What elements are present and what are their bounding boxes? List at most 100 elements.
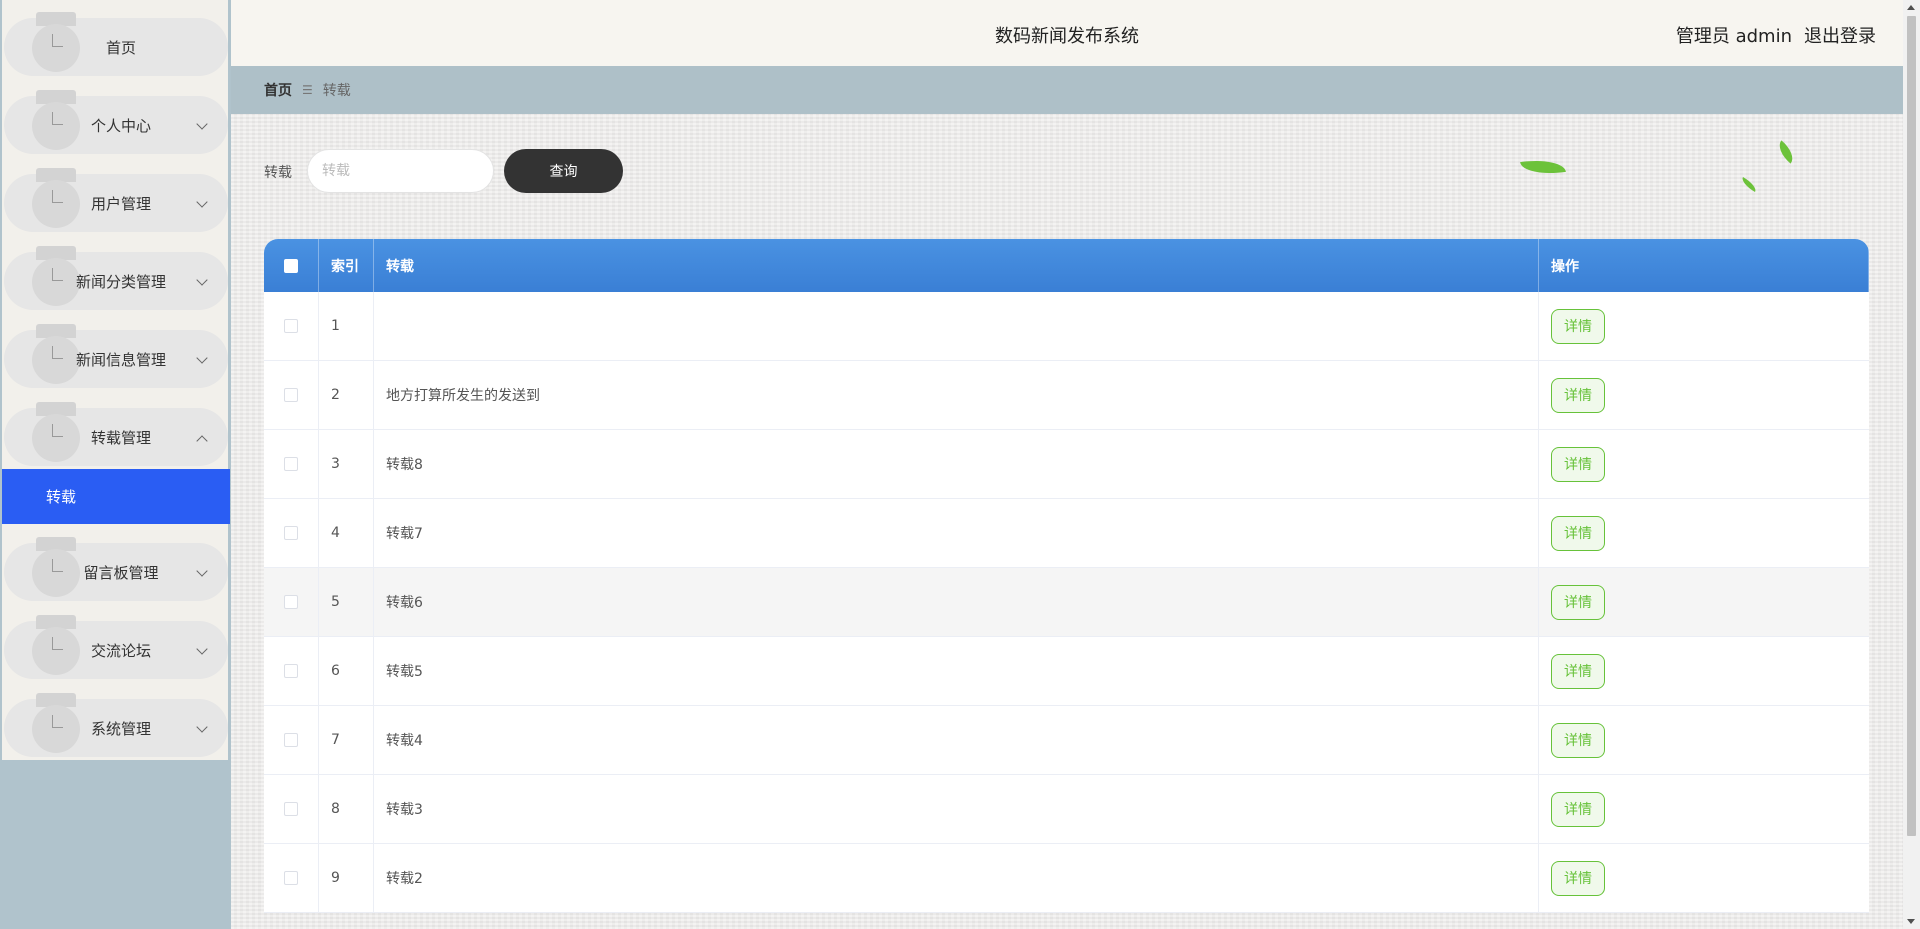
breadcrumb-home[interactable]: 首页 bbox=[264, 80, 292, 100]
row-content: 地方打算所发生的发送到 bbox=[374, 361, 1539, 429]
detail-button[interactable]: 详情 bbox=[1551, 791, 1605, 827]
detail-button[interactable]: 详情 bbox=[1551, 722, 1605, 758]
chevron-down-icon bbox=[196, 274, 208, 286]
clock-icon bbox=[32, 705, 80, 753]
sidebar-item-users[interactable]: 用户管理 bbox=[4, 168, 228, 232]
sidebar-item-news-category[interactable]: 新闻分类管理 bbox=[4, 246, 228, 310]
breadcrumb-current: 转载 bbox=[322, 83, 351, 99]
row-content: 转载8 bbox=[374, 430, 1539, 498]
table-row: 3 转载8 详情 bbox=[264, 430, 1869, 499]
search-button[interactable]: 查询 bbox=[504, 149, 623, 193]
breadcrumb: 首页 ☰ 转载 bbox=[231, 66, 1903, 114]
leaf-decoration-icon bbox=[1520, 156, 1566, 178]
row-action-cell: 详情 bbox=[1539, 844, 1869, 912]
row-index: 7 bbox=[319, 706, 374, 774]
row-checkbox[interactable] bbox=[284, 526, 298, 540]
chevron-down-icon bbox=[196, 352, 208, 364]
main-content: 转载 查询 索引 转载 操作 1 详情 2 地方打算所发生的发送到 详情 3 转… bbox=[231, 114, 1903, 929]
logout-link[interactable]: 退出登录 bbox=[1804, 22, 1876, 48]
chevron-down-icon bbox=[196, 196, 208, 208]
scroll-thumb[interactable] bbox=[1907, 16, 1916, 836]
sidebar-item-label: 转载管理 bbox=[90, 428, 151, 447]
detail-button[interactable]: 详情 bbox=[1551, 653, 1605, 689]
header-user-area: 管理员 admin 退出登录 bbox=[1676, 22, 1876, 48]
row-checkbox[interactable] bbox=[284, 457, 298, 471]
clock-icon bbox=[32, 549, 80, 597]
chevron-down-icon bbox=[196, 565, 208, 577]
sidebar: 首页 个人中心 用户管理 新闻分类管理 新闻信息管理 转载管理 转载 留言板管理… bbox=[0, 0, 231, 929]
clock-icon bbox=[32, 414, 80, 462]
clock-icon bbox=[32, 336, 80, 384]
table-row: 7 转载4 详情 bbox=[264, 706, 1869, 775]
table-row: 9 转载2 详情 bbox=[264, 844, 1869, 913]
top-header: 数码新闻发布系统 管理员 admin 退出登录 bbox=[231, 0, 1903, 66]
table-row: 4 转载7 详情 bbox=[264, 499, 1869, 568]
sidebar-item-news-info[interactable]: 新闻信息管理 bbox=[4, 324, 228, 388]
row-content: 转载4 bbox=[374, 706, 1539, 774]
row-select-cell bbox=[264, 844, 319, 912]
row-action-cell: 详情 bbox=[1539, 292, 1869, 360]
sidebar-item-label: 新闻分类管理 bbox=[75, 272, 166, 291]
row-checkbox[interactable] bbox=[284, 733, 298, 747]
select-all-checkbox[interactable] bbox=[284, 258, 298, 273]
detail-button[interactable]: 详情 bbox=[1551, 446, 1605, 482]
scroll-down-arrow-icon[interactable] bbox=[1907, 919, 1915, 924]
column-header-index: 索引 bbox=[319, 239, 374, 292]
sidebar-subitem-repost[interactable]: 转载 bbox=[2, 469, 230, 524]
row-index: 1 bbox=[319, 292, 374, 360]
row-checkbox[interactable] bbox=[284, 319, 298, 333]
detail-button[interactable]: 详情 bbox=[1551, 515, 1605, 551]
row-action-cell: 详情 bbox=[1539, 361, 1869, 429]
row-checkbox[interactable] bbox=[284, 871, 298, 885]
table-row: 6 转载5 详情 bbox=[264, 637, 1869, 706]
row-select-cell bbox=[264, 775, 319, 843]
row-select-cell bbox=[264, 568, 319, 636]
row-content: 转载2 bbox=[374, 844, 1539, 912]
row-select-cell bbox=[264, 637, 319, 705]
row-checkbox[interactable] bbox=[284, 595, 298, 609]
sidebar-item-label: 新闻信息管理 bbox=[75, 350, 166, 369]
sidebar-item-forum[interactable]: 交流论坛 bbox=[4, 615, 228, 679]
detail-button[interactable]: 详情 bbox=[1551, 584, 1605, 620]
chevron-down-icon bbox=[196, 118, 208, 130]
scroll-up-arrow-icon[interactable] bbox=[1907, 5, 1915, 10]
row-select-cell bbox=[264, 430, 319, 498]
row-checkbox[interactable] bbox=[284, 802, 298, 816]
search-label: 转载 bbox=[264, 165, 292, 181]
row-select-cell bbox=[264, 361, 319, 429]
sidebar-item-repost[interactable]: 转载管理 bbox=[4, 402, 228, 466]
sidebar-item-home[interactable]: 首页 bbox=[4, 12, 228, 76]
sidebar-item-profile[interactable]: 个人中心 bbox=[4, 90, 228, 154]
search-input[interactable] bbox=[307, 149, 494, 193]
detail-button[interactable]: 详情 bbox=[1551, 308, 1605, 344]
page-scrollbar[interactable] bbox=[1903, 0, 1920, 929]
clock-icon bbox=[32, 102, 80, 150]
row-index: 5 bbox=[319, 568, 374, 636]
column-header-actions: 操作 bbox=[1539, 239, 1869, 292]
row-action-cell: 详情 bbox=[1539, 499, 1869, 567]
detail-button[interactable]: 详情 bbox=[1551, 377, 1605, 413]
row-content: 转载7 bbox=[374, 499, 1539, 567]
row-action-cell: 详情 bbox=[1539, 637, 1869, 705]
sidebar-item-label: 用户管理 bbox=[90, 194, 151, 213]
row-index: 6 bbox=[319, 637, 374, 705]
detail-button[interactable]: 详情 bbox=[1551, 860, 1605, 896]
clock-icon bbox=[32, 180, 80, 228]
clock-icon bbox=[32, 627, 80, 675]
row-checkbox[interactable] bbox=[284, 664, 298, 678]
table-row: 8 转载3 详情 bbox=[264, 775, 1869, 844]
table-row: 2 地方打算所发生的发送到 详情 bbox=[264, 361, 1869, 430]
sidebar-item-message-board[interactable]: 留言板管理 bbox=[4, 537, 228, 601]
row-action-cell: 详情 bbox=[1539, 568, 1869, 636]
row-action-cell: 详情 bbox=[1539, 706, 1869, 774]
row-checkbox[interactable] bbox=[284, 388, 298, 402]
row-content: 转载3 bbox=[374, 775, 1539, 843]
header-select-cell bbox=[264, 239, 319, 292]
row-index: 8 bbox=[319, 775, 374, 843]
row-select-cell bbox=[264, 292, 319, 360]
row-action-cell: 详情 bbox=[1539, 430, 1869, 498]
row-index: 4 bbox=[319, 499, 374, 567]
sidebar-item-label: 首页 bbox=[105, 38, 136, 57]
sidebar-item-label: 个人中心 bbox=[90, 116, 151, 135]
sidebar-item-system[interactable]: 系统管理 bbox=[4, 693, 228, 757]
